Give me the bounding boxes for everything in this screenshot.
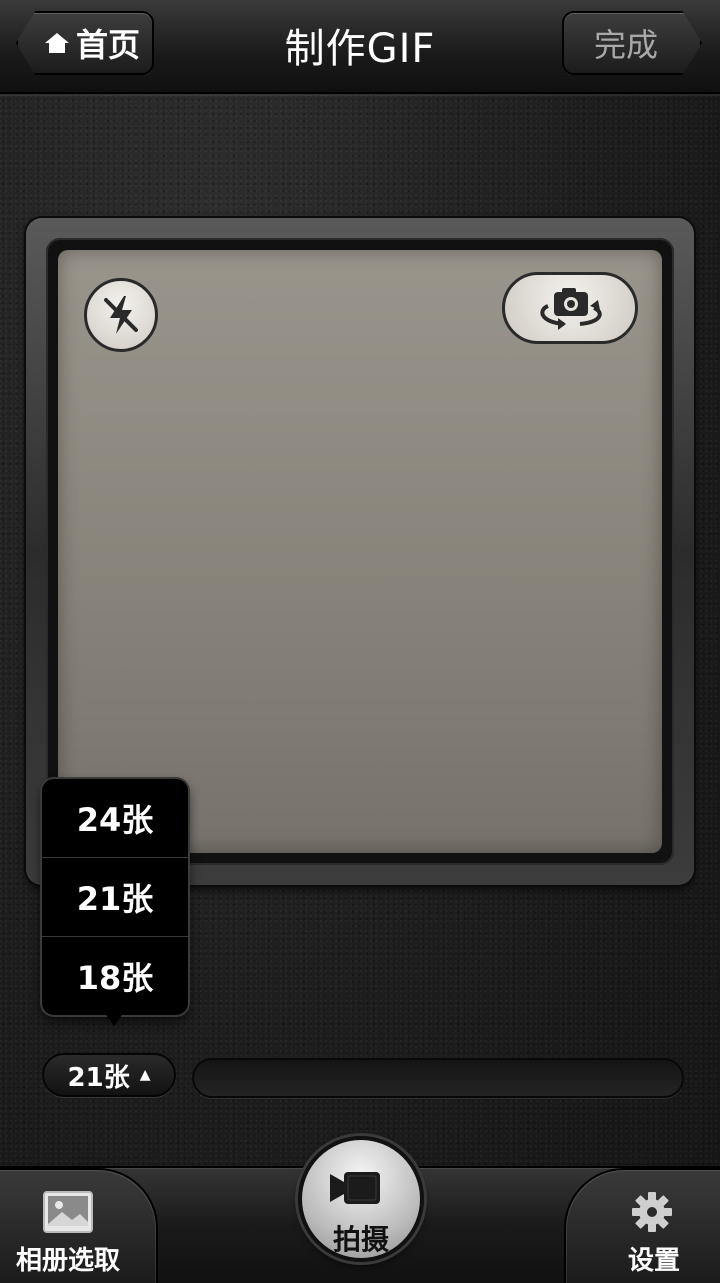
settings-label: 设置 <box>628 1246 681 1276</box>
switch-camera-button[interactable] <box>502 272 638 344</box>
camera-switch-icon <box>540 288 602 330</box>
gear-icon <box>632 1192 672 1232</box>
flash-toggle-button[interactable] <box>84 278 158 352</box>
settings-button[interactable]: 设置 <box>564 1168 720 1283</box>
top-navigation-bar: 首页 制作GIF 完成 <box>0 0 720 94</box>
done-button-label: 完成 <box>593 26 658 64</box>
frame-count-option[interactable]: 21张 <box>42 858 188 937</box>
caret-up-icon: ▲ <box>139 1067 151 1083</box>
photo-album-icon <box>43 1191 93 1233</box>
frame-count-selector[interactable]: 21张 ▲ <box>42 1053 176 1097</box>
album-picker-label: 相册选取 <box>16 1246 121 1276</box>
capture-progress-bar <box>192 1058 684 1098</box>
frame-count-selected: 21张 <box>67 1062 130 1093</box>
flash-off-icon <box>104 296 138 334</box>
video-camera-icon <box>330 1172 380 1204</box>
frame-count-menu: 24张 21张 18张 <box>42 779 188 1015</box>
frame-count-option[interactable]: 18张 <box>42 937 188 1015</box>
frame-count-option[interactable]: 24张 <box>42 779 188 858</box>
shoot-button-label: 拍摄 <box>332 1223 389 1256</box>
done-button[interactable]: 完成 <box>562 11 702 75</box>
shoot-button[interactable]: 拍摄 <box>298 1136 424 1262</box>
frame-count-menu-pointer <box>104 1012 124 1026</box>
album-picker-button[interactable]: 相册选取 <box>0 1168 158 1283</box>
